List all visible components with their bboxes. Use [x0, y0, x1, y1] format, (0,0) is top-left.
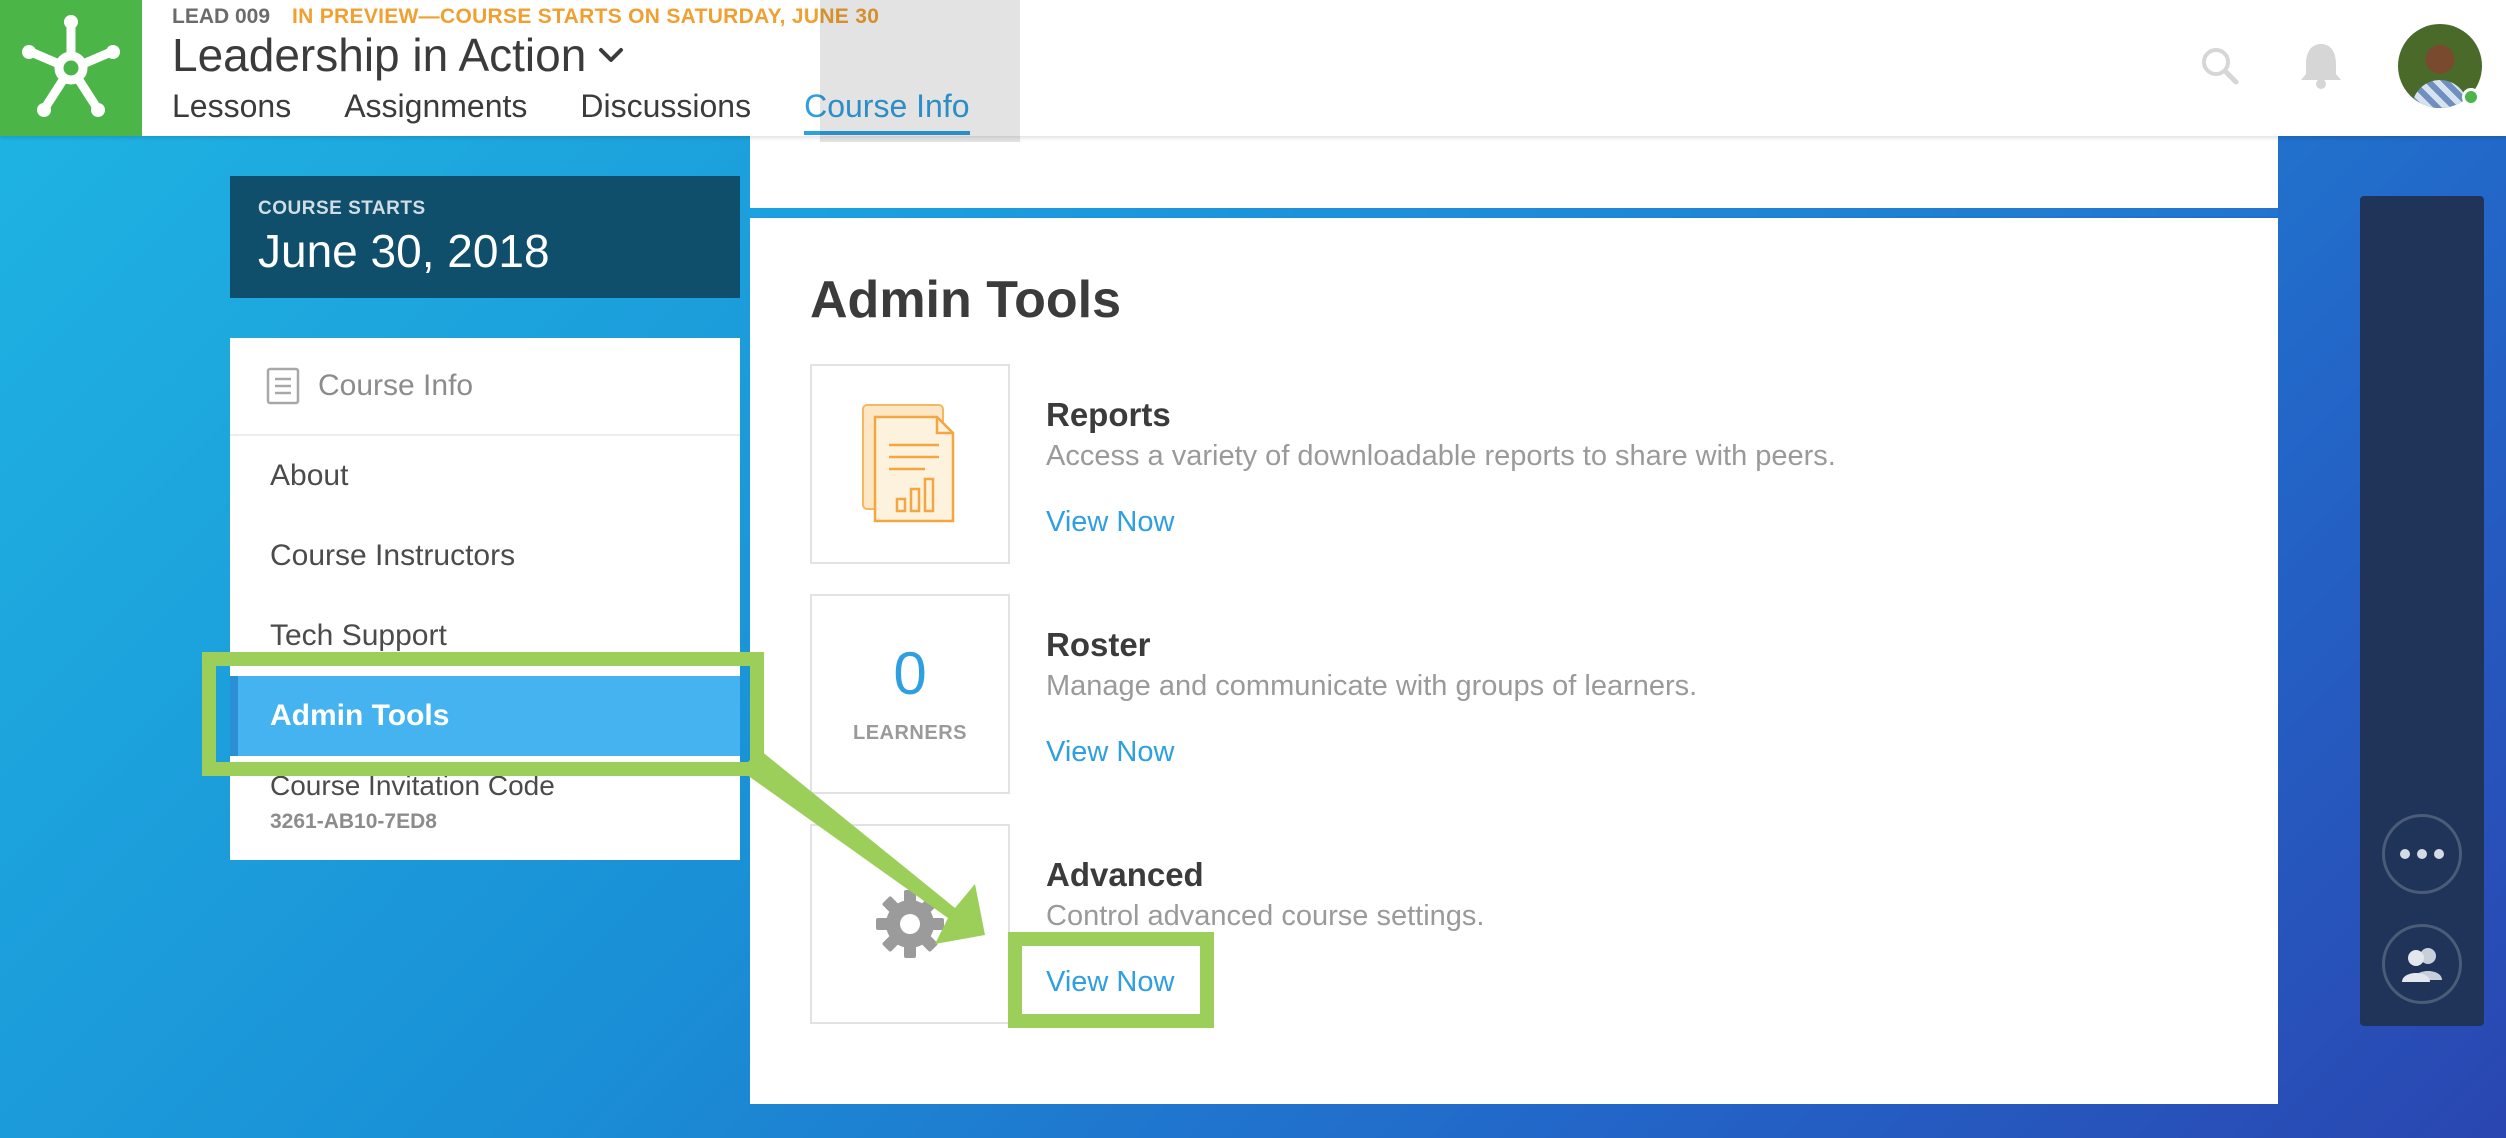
right-rail — [2360, 196, 2484, 1026]
course-start-label: COURSE STARTS — [258, 198, 426, 219]
reports-view-now-link[interactable]: View Now — [1046, 506, 1174, 539]
tab-lessons[interactable]: Lessons — [172, 88, 291, 135]
sidebar-item-about[interactable]: About — [230, 436, 740, 516]
sidebar-item-course-instructors[interactable]: Course Instructors — [230, 516, 740, 596]
advanced-title: Advanced — [1046, 856, 1204, 893]
course-start-date: June 30, 2018 — [258, 225, 550, 277]
reports-description: Access a variety of downloadable reports… — [1046, 440, 1836, 472]
reports-thumbnail[interactable] — [810, 364, 1010, 564]
online-status-dot — [2462, 88, 2480, 106]
report-document-icon — [862, 404, 955, 523]
course-title: Leadership in Action — [172, 29, 587, 81]
chevron-down-icon — [599, 48, 624, 62]
roster-title: Roster — [1046, 626, 1151, 663]
sidebar-heading: Course Info — [230, 338, 740, 436]
admin-tools-title: Admin Tools — [810, 271, 1122, 329]
invitation-code-title: Course Invitation Code — [270, 770, 555, 801]
course-info-sidebar: Course Info About Course Instructors Tec… — [230, 338, 740, 860]
advanced-thumbnail[interactable] — [810, 824, 1010, 1024]
sidebar-item-invitation-code[interactable]: Course Invitation Code 3261-AB10-7ED8 — [230, 756, 740, 834]
course-title-dropdown[interactable]: Leadership in Action — [172, 28, 626, 82]
section-divider — [750, 208, 2278, 216]
top-header: LEAD 009 IN PREVIEW—COURSE STARTS ON SAT… — [0, 0, 2506, 142]
document-icon — [266, 367, 300, 405]
sidebar-heading-label: Course Info — [318, 369, 474, 402]
people-icon — [2402, 948, 2442, 982]
more-dots-icon — [2400, 849, 2444, 859]
star-asterisk-logo — [22, 15, 120, 117]
bell-icon — [2301, 44, 2341, 89]
people-button[interactable] — [2382, 924, 2462, 1004]
gear-icon — [876, 890, 944, 958]
learners-label: LEARNERS — [852, 721, 967, 744]
notifications-button[interactable] — [2296, 38, 2346, 92]
more-button[interactable] — [2382, 814, 2462, 894]
sidebar-item-tech-support[interactable]: Tech Support — [230, 596, 740, 676]
preview-banner-text: IN PREVIEW—COURSE STARTS ON SATURDAY, JU… — [292, 5, 880, 28]
advanced-description: Control advanced course settings. — [1046, 900, 1485, 932]
roster-description: Manage and communicate with groups of le… — [1046, 670, 1698, 702]
tab-discussions[interactable]: Discussions — [580, 88, 751, 135]
tab-assignments[interactable]: Assignments — [344, 88, 527, 135]
roster-view-now-link[interactable]: View Now — [1046, 736, 1174, 769]
partially-hidden-image — [820, 0, 1020, 142]
previous-section-panel — [750, 136, 2278, 208]
search-icon — [2202, 48, 2239, 85]
invitation-code-value: 3261-AB10-7ED8 — [270, 810, 437, 833]
sidebar-item-admin-tools[interactable]: Admin Tools — [230, 676, 740, 756]
reports-title: Reports — [1046, 396, 1171, 433]
admin-tools-panel: Admin Tools Reports Access a variety of … — [750, 218, 2278, 1104]
course-logo[interactable] — [0, 0, 142, 136]
course-code: LEAD 009 — [172, 5, 271, 28]
advanced-view-now-link[interactable]: View Now — [1046, 966, 1174, 999]
roster-thumbnail[interactable]: 0 LEARNERS — [810, 594, 1010, 794]
search-button[interactable] — [2196, 42, 2244, 90]
course-start-box: COURSE STARTS June 30, 2018 — [230, 176, 740, 298]
learners-count: 0 — [893, 639, 927, 707]
